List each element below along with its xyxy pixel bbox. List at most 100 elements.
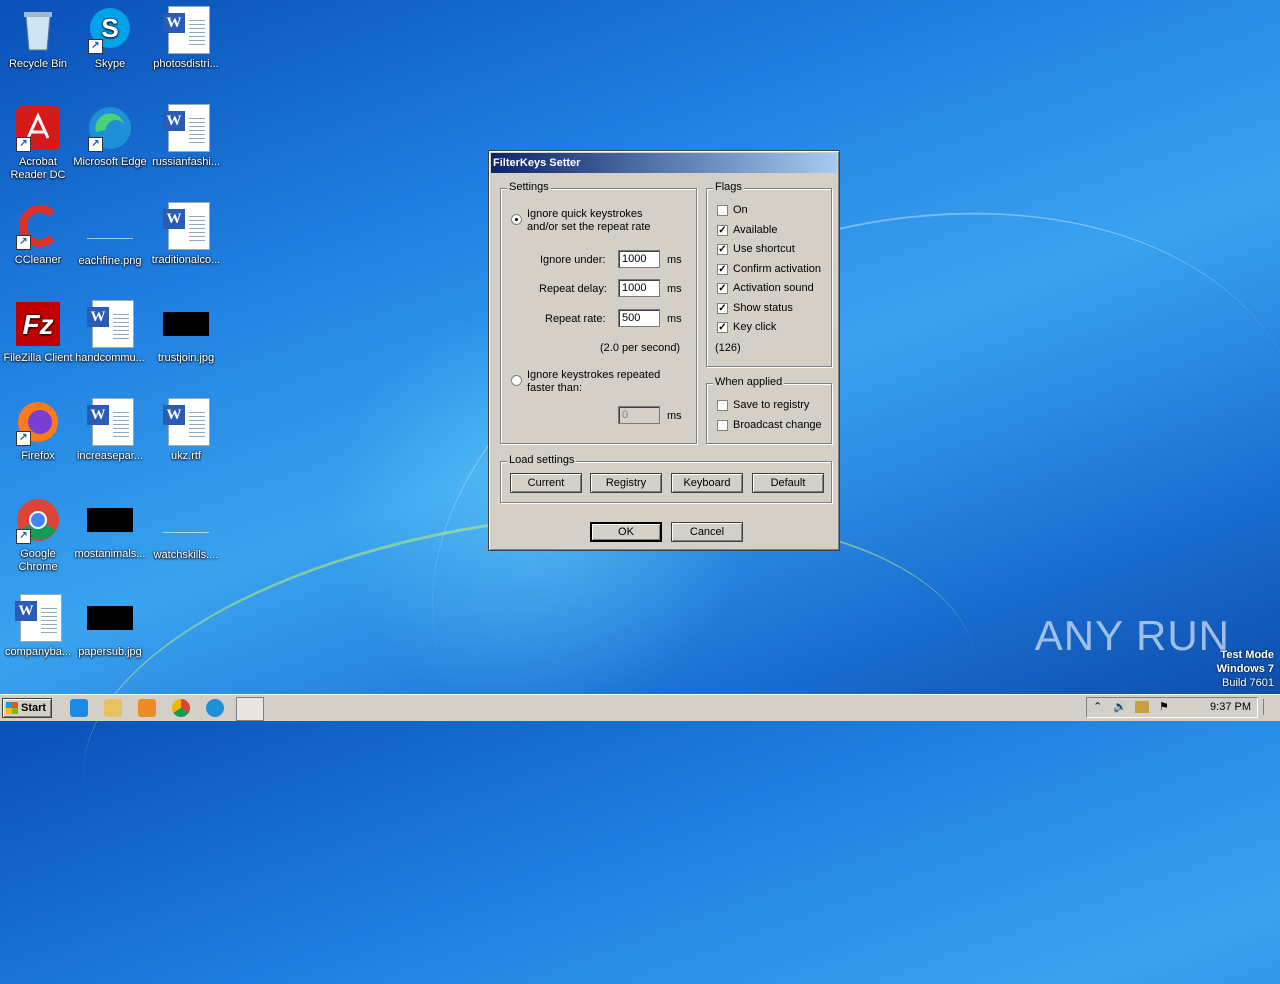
desktop-icon-papersub[interactable]: papersub.jpg bbox=[72, 594, 148, 659]
word-document-icon: W bbox=[162, 6, 210, 54]
desktop-icon-handcommu[interactable]: W handcommu... bbox=[72, 300, 148, 365]
flags-value: (126) bbox=[715, 342, 741, 354]
image-file-icon bbox=[87, 606, 133, 630]
word-document-icon: W bbox=[162, 398, 210, 446]
test-mode-line: Test Mode bbox=[1220, 649, 1274, 661]
broadcast-change-label: Broadcast change bbox=[733, 419, 822, 431]
flag-activation-sound-label: Activation sound bbox=[733, 282, 814, 294]
ignore-repeated-label-2: faster than: bbox=[527, 382, 583, 394]
network-icon[interactable] bbox=[1135, 701, 1149, 713]
broadcast-change-checkbox[interactable] bbox=[717, 420, 728, 431]
image-file-icon bbox=[87, 216, 133, 239]
desktop-icon-mostanimals[interactable]: mostanimals... bbox=[72, 496, 148, 561]
edge-icon: ↗ bbox=[86, 104, 134, 152]
save-to-registry-checkbox[interactable] bbox=[717, 400, 728, 411]
repeat-delay-input[interactable]: 1000 bbox=[618, 279, 660, 297]
desktop-icon-eachfine[interactable]: eachfine.png bbox=[72, 202, 148, 268]
desktop-icon-ccleaner[interactable]: ↗ CCleaner bbox=[0, 202, 76, 267]
action-center-flag-icon[interactable]: ⚑ bbox=[1159, 700, 1169, 713]
when-applied-group: When applied bbox=[706, 376, 832, 444]
volume-icon[interactable]: 🔊 bbox=[1113, 700, 1127, 713]
flag-use-shortcut-checkbox[interactable]: ✓ bbox=[717, 244, 728, 255]
word-document-icon: W bbox=[86, 398, 134, 446]
desktop-icon-russianfashi[interactable]: W russianfashi... bbox=[148, 104, 224, 169]
ignore-repeated-radio[interactable] bbox=[511, 375, 522, 386]
dialog-title[interactable]: FilterKeys Setter bbox=[491, 153, 837, 173]
ignore-quick-label-2: and/or set the repeat rate bbox=[527, 221, 651, 233]
bounce-input[interactable]: 0 bbox=[618, 406, 660, 424]
ms-unit: ms bbox=[667, 283, 682, 295]
recycle-bin-icon bbox=[14, 6, 62, 54]
image-file-icon bbox=[163, 510, 209, 533]
flag-on-checkbox[interactable] bbox=[717, 205, 728, 216]
desktop-icon-chrome[interactable]: ↗ Google Chrome bbox=[0, 496, 76, 574]
build-line: Build 7601 bbox=[1222, 677, 1274, 689]
registry-button[interactable]: Registry bbox=[590, 473, 662, 493]
per-second-text: (2.0 per second) bbox=[600, 342, 681, 354]
skype-icon: S ↗ bbox=[86, 6, 134, 54]
ok-button[interactable]: OK bbox=[590, 522, 662, 542]
word-document-icon: W bbox=[14, 594, 62, 642]
desktop-icon-acrobat[interactable]: ↗ Acrobat Reader DC bbox=[0, 104, 76, 182]
flag-available-checkbox[interactable]: ✓ bbox=[717, 225, 728, 236]
desktop-icon-firefox[interactable]: ↗ Firefox bbox=[0, 398, 76, 463]
image-file-icon bbox=[87, 508, 133, 532]
chrome-icon[interactable] bbox=[172, 699, 190, 717]
filterkeys-dialog: FilterKeys Setter Settings Ignore quick … bbox=[488, 150, 840, 551]
word-document-icon: W bbox=[162, 104, 210, 152]
flag-confirm-activation-checkbox[interactable]: ✓ bbox=[717, 264, 728, 275]
acrobat-icon: ↗ bbox=[14, 104, 62, 152]
internet-explorer-icon[interactable] bbox=[70, 699, 88, 717]
desktop-icon-recycle-bin[interactable]: Recycle Bin bbox=[0, 6, 76, 71]
file-explorer-icon[interactable] bbox=[104, 699, 122, 717]
start-label: Start bbox=[21, 702, 47, 714]
image-file-icon bbox=[163, 312, 209, 336]
firefox-icon: ↗ bbox=[14, 398, 62, 446]
filterkeys-app-icon[interactable] bbox=[236, 697, 264, 721]
word-document-icon: W bbox=[86, 300, 134, 348]
desktop-icon-skype[interactable]: S ↗ Skype bbox=[72, 6, 148, 71]
word-document-icon: W bbox=[162, 202, 210, 250]
repeat-delay-label: Repeat delay: bbox=[539, 283, 607, 295]
svg-text:Fz: Fz bbox=[22, 309, 53, 340]
filezilla-icon: Fz bbox=[14, 300, 62, 348]
ignore-quick-radio[interactable] bbox=[511, 214, 522, 225]
desktop-icon-edge[interactable]: ↗ Microsoft Edge bbox=[72, 104, 148, 169]
repeat-rate-input[interactable]: 500 bbox=[618, 309, 660, 327]
desktop-icon-trustjoin[interactable]: trustjoin.jpg bbox=[148, 300, 224, 365]
keyboard-button[interactable]: Keyboard bbox=[671, 473, 743, 493]
show-hidden-icons-icon[interactable]: ⌃ bbox=[1093, 700, 1102, 713]
flag-show-status-label: Show status bbox=[733, 302, 793, 314]
flag-key-click-checkbox[interactable]: ✓ bbox=[717, 322, 728, 333]
desktop-icon-traditionalco[interactable]: W traditionalco... bbox=[148, 202, 224, 267]
start-button[interactable]: Start bbox=[2, 698, 52, 718]
desktop-icon-watchskills[interactable]: watchskills.... bbox=[148, 496, 224, 562]
ignore-under-input[interactable]: 1000 bbox=[618, 250, 660, 268]
ignore-quick-label-1: Ignore quick keystrokes bbox=[527, 208, 643, 220]
edge-icon[interactable] bbox=[206, 699, 224, 717]
media-player-icon[interactable] bbox=[138, 699, 156, 717]
desktop-icon-increasepar[interactable]: W increasepar... bbox=[72, 398, 148, 463]
flag-on-label: On bbox=[733, 204, 748, 216]
cancel-button[interactable]: Cancel bbox=[671, 522, 743, 542]
current-button[interactable]: Current bbox=[510, 473, 582, 493]
chrome-icon: ↗ bbox=[14, 496, 62, 544]
flag-show-status-checkbox[interactable]: ✓ bbox=[717, 303, 728, 314]
desktop-icon-filezilla[interactable]: Fz FileZilla Client bbox=[0, 300, 76, 365]
test-mode-text: Test Mode Windows 7 Build 7601 bbox=[1217, 648, 1274, 690]
flag-activation-sound-checkbox[interactable]: ✓ bbox=[717, 283, 728, 294]
default-button[interactable]: Default bbox=[752, 473, 824, 493]
desktop-icon-photosdistri[interactable]: W photosdistri... bbox=[148, 6, 224, 71]
clock[interactable]: 9:37 PM bbox=[1210, 701, 1251, 713]
desktop-icon-ukz[interactable]: W ukz.rtf bbox=[148, 398, 224, 463]
desktop-icon-companyba[interactable]: W companyba... bbox=[0, 594, 76, 659]
flag-confirm-activation-label: Confirm activation bbox=[733, 263, 822, 275]
anyrun-watermark: ANY RUN bbox=[1034, 612, 1230, 659]
ms-unit: ms bbox=[667, 410, 682, 422]
flag-use-shortcut-label: Use shortcut bbox=[733, 243, 795, 255]
windows-logo-icon bbox=[6, 702, 18, 714]
load-settings-legend: Load settings bbox=[507, 454, 577, 466]
show-desktop-button[interactable] bbox=[1263, 699, 1276, 715]
ms-unit: ms bbox=[667, 254, 682, 266]
ignore-repeated-label-1: Ignore keystrokes repeated bbox=[527, 369, 661, 381]
